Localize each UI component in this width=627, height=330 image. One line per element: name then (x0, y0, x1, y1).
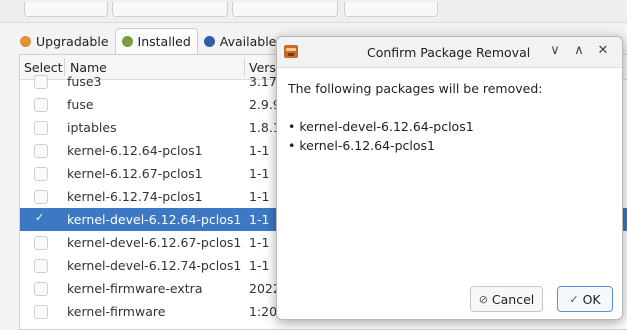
package-version: 1-1 (249, 143, 270, 158)
maximize-icon[interactable]: ∧ (571, 43, 587, 58)
cancel-icon: ⊘ (478, 292, 488, 306)
installed-dot-icon (121, 36, 133, 47)
tab-available[interactable]: Available (198, 28, 283, 54)
package-name: kernel-devel-6.12.64-pclos1 (67, 212, 242, 227)
cancel-button[interactable]: ⊘ Cancel (470, 286, 543, 312)
tab-installed[interactable]: Installed (114, 28, 198, 54)
tab-label: Available (219, 33, 277, 49)
tab-upgradable[interactable]: Upgradable (14, 28, 115, 54)
package-list-item: • kernel-6.12.64-pclos1 (288, 138, 435, 153)
package-list: • kernel-devel-6.12.64-pclos1 • kernel-6… (288, 117, 474, 155)
package-version: 1-1 (249, 258, 270, 273)
confirm-removal-dialog: Confirm Package Removal ∨ ∧ ✕ The follow… (276, 36, 623, 320)
dialog-message: The following packages will be removed: (288, 81, 543, 96)
package-name: kernel-6.12.74-pclos1 (67, 189, 203, 204)
available-dot-icon (203, 35, 215, 47)
package-name: kernel-firmware (67, 304, 166, 319)
package-list-item: • kernel-devel-6.12.64-pclos1 (288, 119, 474, 134)
tab-label: Installed (137, 34, 191, 49)
package-name: kernel-6.12.64-pclos1 (67, 143, 203, 158)
package-version: 1-1 (249, 189, 270, 204)
upgradable-dot-icon (20, 35, 31, 47)
row-checkbox[interactable] (34, 282, 48, 296)
cancel-button-label: Cancel (491, 291, 535, 307)
ok-button[interactable]: ✓ OK (557, 286, 613, 312)
row-checkbox[interactable] (34, 144, 48, 158)
package-version: 1-1 (249, 212, 270, 227)
package-name: kernel-devel-6.12.67-pclos1 (67, 235, 242, 250)
row-checkbox[interactable] (34, 190, 48, 204)
package-name: iptables (67, 120, 117, 135)
row-checkbox[interactable] (34, 236, 48, 250)
dialog-titlebar[interactable]: Confirm Package Removal ∨ ∧ ✕ (277, 37, 622, 68)
toolbar-segment (112, 2, 228, 17)
row-checkbox[interactable] (34, 121, 48, 135)
row-checkbox[interactable] (34, 98, 48, 112)
package-version: 1-1 (249, 235, 270, 250)
package-tabs: Upgradable Installed Available (14, 28, 282, 54)
row-checkbox[interactable] (34, 259, 48, 273)
check-icon: ✓ (569, 292, 579, 306)
package-manager-icon (284, 45, 298, 58)
package-name: kernel-6.12.67-pclos1 (67, 166, 203, 181)
tab-label: Upgradable (36, 33, 109, 49)
toolbar-segment (24, 2, 108, 17)
row-checkbox[interactable] (34, 305, 48, 319)
package-name: kernel-devel-6.12.74-pclos1 (67, 258, 242, 273)
row-checkbox[interactable] (34, 75, 48, 89)
close-icon[interactable]: ✕ (595, 43, 611, 58)
package-name: kernel-firmware-extra (67, 281, 203, 296)
package-name: fuse3 (67, 74, 102, 89)
toolbar-segment (232, 2, 338, 17)
minimize-icon[interactable]: ∨ (547, 43, 563, 58)
package-version: 1-1 (249, 166, 270, 181)
ok-button-label: OK (582, 291, 601, 307)
toolbar-strip (0, 0, 627, 23)
dialog-title: Confirm Package Removal (367, 45, 531, 60)
toolbar-segment (344, 2, 438, 17)
row-checkbox[interactable]: ✓ (35, 211, 47, 224)
row-checkbox[interactable] (34, 167, 48, 181)
package-name: fuse (67, 97, 94, 112)
